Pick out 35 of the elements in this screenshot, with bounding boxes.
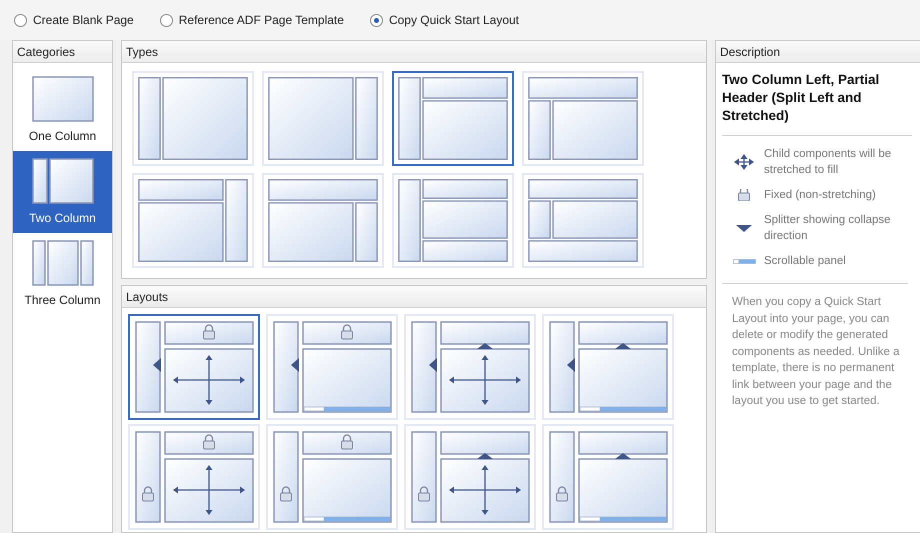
lock-icon [738, 189, 750, 201]
radio-label: Create Blank Page [33, 13, 134, 27]
column-layout-icon [30, 239, 94, 287]
radio-button[interactable] [14, 14, 27, 26]
legend-text: Splitter showing collapse direction [764, 213, 892, 244]
column-layout-icon [30, 75, 94, 123]
page-type-icon [525, 74, 641, 163]
legend-text: Child components will be stretched to fill [764, 147, 892, 178]
panel-header: Layouts [122, 286, 706, 308]
category-item[interactable]: One Column [13, 69, 112, 151]
column-layout-icon [30, 157, 94, 205]
radio-button[interactable] [370, 14, 383, 26]
category-item[interactable]: Two Column [13, 151, 112, 233]
radio-button[interactable] [160, 14, 173, 26]
panel-header: Categories [13, 41, 112, 63]
four-way-arrow-icon [733, 153, 755, 171]
page-type-icon [525, 176, 641, 265]
layout-thumbnail[interactable] [128, 314, 260, 420]
legend-text: Fixed (non-stretching) [764, 188, 876, 203]
page-type-icon [265, 176, 381, 265]
scrollbar-icon [732, 258, 756, 264]
type-thumbnail[interactable] [392, 71, 514, 166]
panel-header: Description [716, 41, 920, 63]
page-type-icon [395, 176, 511, 265]
page-type-icon [265, 74, 381, 163]
panel-header: Types [122, 41, 706, 63]
page-type-icon [135, 176, 251, 265]
triangle-down-icon [736, 224, 752, 232]
description-title: Two Column Left, Partial Header (Split Left and Stretched) [722, 71, 912, 136]
page-type-icon [135, 74, 251, 163]
radio-option[interactable]: Create Blank Page [14, 13, 134, 27]
category-item[interactable]: Three Column [13, 233, 112, 315]
description-text: When you copy a Quick Start Layout into your page, you can delete or modify the generated components as needed. Unlike a template, there is no permanent link between your page and the layout you use to get started. [731, 295, 900, 409]
legend-text: Scrollable panel [764, 254, 846, 269]
page-type-icon [395, 74, 511, 163]
